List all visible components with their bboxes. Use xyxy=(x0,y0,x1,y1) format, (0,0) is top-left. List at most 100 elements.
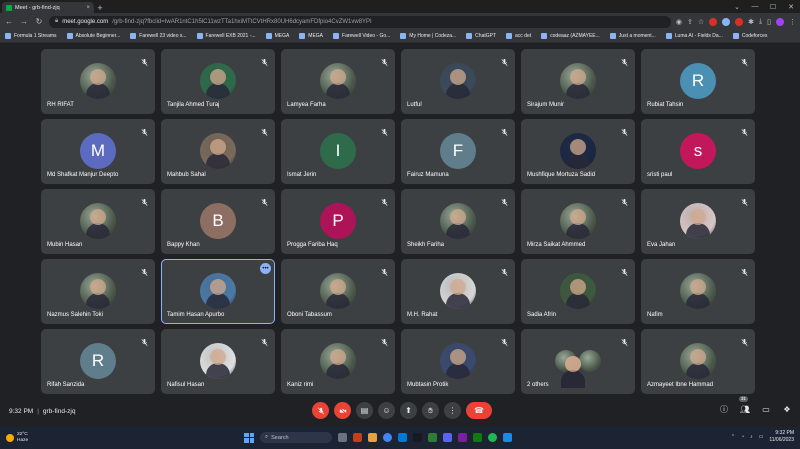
participant-tile[interactable]: R Rubiat Tahsin xyxy=(641,49,755,114)
more-options-button[interactable]: ⋮ xyxy=(444,402,461,419)
vscode-icon[interactable] xyxy=(503,433,512,442)
participant-tile[interactable]: Eva Jahan xyxy=(641,189,755,254)
participant-tile[interactable]: Tanjila Ahmed Turaj xyxy=(161,49,275,114)
meeting-details-button[interactable]: ⓘ xyxy=(718,403,730,415)
menu-kebab-icon[interactable]: ⋮ xyxy=(789,18,796,26)
reload-icon[interactable]: ↻ xyxy=(34,17,44,26)
bookmark-item[interactable]: MEGA xyxy=(265,33,289,39)
participant-tile[interactable]: Mahbub Sahal xyxy=(161,119,275,184)
app-purple-icon[interactable] xyxy=(458,433,467,442)
chat-button[interactable]: ▭ xyxy=(760,403,772,415)
bookmark-item[interactable]: codeaaz (AZMAYEE... xyxy=(541,33,600,39)
discord-icon[interactable] xyxy=(443,433,452,442)
extension-blue-icon[interactable] xyxy=(722,17,731,26)
participant-tile[interactable]: Kaniz rimi xyxy=(281,329,395,394)
chevron-down-icon[interactable]: ⌄ xyxy=(728,3,746,11)
file-explorer-icon[interactable] xyxy=(368,433,377,442)
puzzle-icon[interactable]: ✱ xyxy=(748,18,754,26)
bookmark-item[interactable]: Farewell EXB 2021 -... xyxy=(196,33,256,39)
participant-tile[interactable]: Oboni Tabassum xyxy=(281,259,395,324)
participant-tile[interactable]: Sadia Afrin xyxy=(521,259,635,324)
bookmark-item[interactable]: MEGA xyxy=(299,33,323,39)
weather-widget[interactable]: 22°C Haze xyxy=(6,432,126,444)
bookmark-item[interactable]: My Home | Codeza... xyxy=(400,33,456,39)
leave-call-button[interactable]: ☎ xyxy=(466,402,492,419)
bookmark-item[interactable]: acc det xyxy=(506,33,531,39)
camera-toggle-button[interactable] xyxy=(334,402,351,419)
participant-tile[interactable]: R Rifah Sanzida xyxy=(41,329,155,394)
tab-meet[interactable]: Meet - grb-find-zjq × xyxy=(2,2,94,13)
chrome-icon[interactable] xyxy=(383,433,392,442)
participant-tile[interactable]: Lutful xyxy=(401,49,515,114)
share-icon[interactable]: ⇪ xyxy=(687,18,693,26)
back-icon[interactable]: ← xyxy=(4,17,14,26)
participant-tile[interactable]: Mushfique Mortuza Sadid xyxy=(521,119,635,184)
address-bar[interactable]: 🔒︎ meet.google.com/grb-find-zjq?fbclid=I… xyxy=(49,15,671,28)
captions-button[interactable]: ▤ xyxy=(356,402,373,419)
bookmark-item[interactable]: Codeforces xyxy=(732,33,767,39)
extension-red2-icon[interactable] xyxy=(735,17,744,26)
minimize-icon[interactable]: — xyxy=(746,3,764,10)
bookmark-item[interactable]: Absolute Beginner... xyxy=(66,33,120,39)
participant-tile[interactable]: RH RIFAT xyxy=(41,49,155,114)
participant-tile[interactable]: Nafisul Hasan xyxy=(161,329,275,394)
participant-tile[interactable]: I Ismat Jerin xyxy=(281,119,395,184)
taskview-icon[interactable] xyxy=(338,433,347,442)
activities-button[interactable]: ❖ xyxy=(781,403,793,415)
camera-icon[interactable]: ◉ xyxy=(676,18,682,26)
bookmark-item[interactable]: Farewell Video - Go... xyxy=(333,33,390,39)
participant-tile[interactable]: M Md Shafkat Manjur Deepto xyxy=(41,119,155,184)
windows-start-icon[interactable] xyxy=(244,432,254,443)
bookmark-item[interactable]: ChatGPT xyxy=(466,33,496,39)
tab-close-icon[interactable]: × xyxy=(86,5,90,11)
battery-icon[interactable]: ▭ xyxy=(759,434,764,440)
people-button[interactable]: 31 👥︎ xyxy=(739,396,751,415)
app-green-icon[interactable] xyxy=(428,433,437,442)
participant-tile[interactable]: Azmayeet Ibne Hammad xyxy=(641,329,755,394)
participant-tile[interactable]: Nafim xyxy=(641,259,755,324)
present-button[interactable]: ⬆ xyxy=(400,402,417,419)
close-window-icon[interactable]: ✕ xyxy=(782,3,800,11)
participant-tile[interactable]: Lamyea Farha xyxy=(281,49,395,114)
sidepanel-icon[interactable]: ▯ xyxy=(767,18,771,26)
taskbar-search[interactable]: ⌕ Search xyxy=(260,432,332,443)
participant-tile[interactable]: Mubtasin Protik xyxy=(401,329,515,394)
participant-tile[interactable]: s sristi paul xyxy=(641,119,755,184)
mic-toggle-button[interactable] xyxy=(312,402,329,419)
participant-tile[interactable]: F Fairuz Mamuna xyxy=(401,119,515,184)
steam-icon[interactable] xyxy=(413,433,422,442)
download-icon[interactable]: ⤓ xyxy=(759,18,762,26)
edge-icon[interactable] xyxy=(398,433,407,442)
bookmark-item[interactable]: Luma AI - Fields Da... xyxy=(665,33,723,39)
participant-tile[interactable]: Nazmus Salehin Toki xyxy=(41,259,155,324)
participant-tile[interactable]: Sirajum Munir xyxy=(521,49,635,114)
bookmark-item[interactable]: Formula 1 Streams xyxy=(5,33,57,39)
maximize-icon[interactable]: ☐ xyxy=(764,3,782,11)
participant-tile[interactable]: B Bappy Khan xyxy=(161,189,275,254)
chevron-up-icon[interactable]: ⌃ xyxy=(731,434,735,440)
bookmark-item[interactable]: Just a moment... xyxy=(609,33,656,39)
extension-red-icon[interactable] xyxy=(709,17,718,26)
wifi-icon[interactable]: ◔ xyxy=(741,434,744,440)
tile-more-options-icon[interactable]: ••• xyxy=(260,263,271,274)
participant-tile[interactable]: M.H. Rahat xyxy=(401,259,515,324)
star-icon[interactable]: ☆ xyxy=(698,18,704,26)
emoji-button[interactable]: ☺ xyxy=(378,402,395,419)
participant-tile[interactable]: P Progga Fariba Haq xyxy=(281,189,395,254)
office-icon[interactable] xyxy=(353,433,362,442)
participant-tile[interactable]: Mirza Saikat Ahmmed xyxy=(521,189,635,254)
participant-tile[interactable]: Mubin Hasan xyxy=(41,189,155,254)
participant-tile[interactable]: ••• Tamim Hasan Apurbo xyxy=(161,259,275,324)
profile-avatar-icon[interactable] xyxy=(776,17,784,26)
new-tab-button[interactable]: + xyxy=(94,2,106,13)
forward-icon[interactable]: → xyxy=(19,17,29,26)
taskbar-clock[interactable]: 9:32 PM 11/06/2023 xyxy=(769,430,794,444)
participant-tile[interactable]: Sheikh Fariha xyxy=(401,189,515,254)
participant-name: Mahbub Sahal xyxy=(167,172,206,178)
spotify-icon[interactable] xyxy=(488,433,497,442)
xbox-icon[interactable] xyxy=(473,433,482,442)
volume-icon[interactable]: ♪ xyxy=(750,434,753,440)
participant-tile[interactable]: 2 others xyxy=(521,329,635,394)
bookmark-item[interactable]: Farewell 23 video s... xyxy=(130,33,187,39)
raise-hand-button[interactable]: ✋︎ xyxy=(422,402,439,419)
